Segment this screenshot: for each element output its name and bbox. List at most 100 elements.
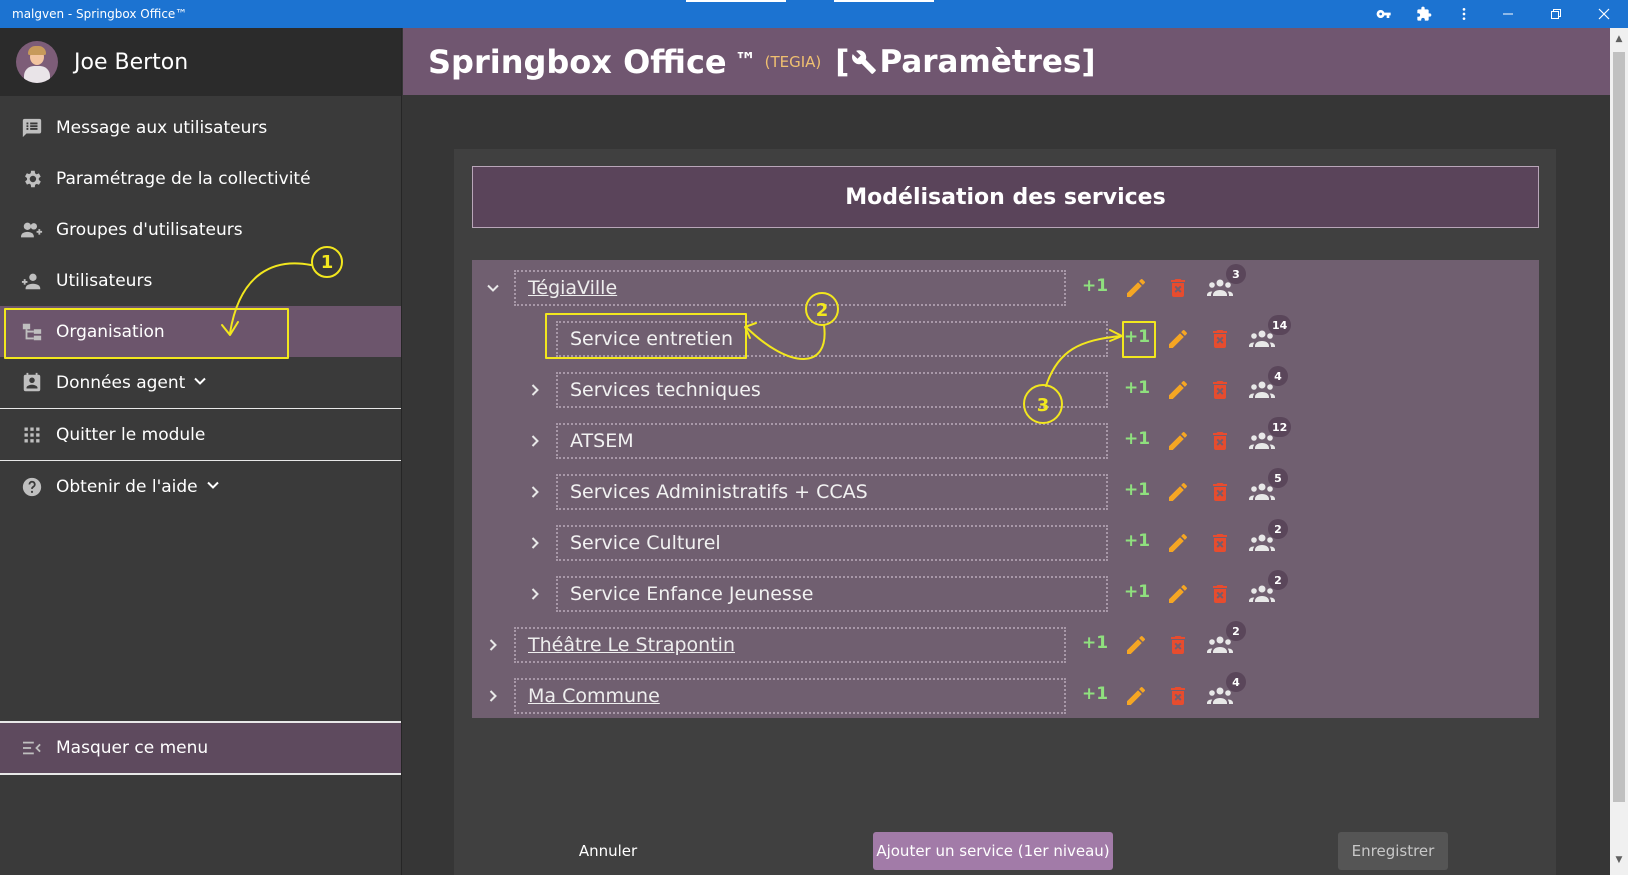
apps-grid-icon	[20, 423, 44, 447]
pencil-icon[interactable]	[1124, 276, 1148, 300]
member-count-badge: 5	[1268, 468, 1288, 488]
add-subservice-button[interactable]: +1	[1124, 582, 1150, 602]
member-count-badge: 2	[1268, 519, 1288, 539]
key-icon[interactable]	[1364, 0, 1404, 28]
sidebar-item-utilisateurs[interactable]: Utilisateurs	[0, 255, 401, 306]
vertical-scrollbar[interactable]: ▲ ▼	[1610, 28, 1628, 875]
trash-icon[interactable]	[1208, 378, 1232, 402]
help-icon	[20, 475, 44, 499]
add-subservice-button[interactable]: +1	[1082, 276, 1108, 296]
person-add-icon	[20, 269, 44, 293]
service-name-field[interactable]: TégiaVille	[514, 270, 1066, 306]
gear-icon	[20, 167, 44, 191]
sidebar-item-parametrage[interactable]: Paramétrage de la collectivité	[0, 153, 401, 204]
add-subservice-button[interactable]: +1	[1082, 684, 1108, 704]
pencil-icon[interactable]	[1166, 327, 1190, 351]
chevron-down-icon[interactable]	[484, 279, 502, 297]
save-button[interactable]: Enregistrer	[1338, 832, 1448, 870]
chevron-right-icon[interactable]	[484, 636, 502, 654]
trash-icon[interactable]	[1208, 327, 1232, 351]
sidebar-item-groupes[interactable]: Groupes d'utilisateurs	[0, 204, 401, 255]
trash-icon[interactable]	[1208, 429, 1232, 453]
minimize-icon[interactable]	[1484, 0, 1532, 28]
chevron-right-icon[interactable]	[526, 534, 544, 552]
page-title: [ Paramètres]	[835, 44, 1095, 80]
trash-icon[interactable]	[1166, 633, 1190, 657]
scrollbar-thumb[interactable]	[1613, 52, 1625, 802]
tab-indicators	[686, 0, 934, 2]
tree-row: Services techniques +1 4	[472, 366, 1539, 408]
add-subservice-button[interactable]: +1	[1124, 429, 1150, 449]
add-subservice-button[interactable]: +1	[1124, 327, 1150, 347]
puzzle-icon[interactable]	[1404, 0, 1444, 28]
service-name-field[interactable]: ATSEM	[556, 423, 1108, 459]
service-name-field[interactable]: Services Administratifs + CCAS	[556, 474, 1108, 510]
pencil-icon[interactable]	[1166, 531, 1190, 555]
trash-icon[interactable]	[1208, 480, 1232, 504]
add-service-button[interactable]: Ajouter un service (1er niveau)	[873, 832, 1113, 870]
window-title: malgven - Springbox Office™	[12, 7, 188, 21]
add-subservice-button[interactable]: +1	[1124, 531, 1150, 551]
group-add-icon	[20, 218, 44, 242]
trash-icon[interactable]	[1208, 531, 1232, 555]
service-name-field[interactable]: Théâtre Le Strapontin	[514, 627, 1066, 663]
user-bar[interactable]: Joe Berton	[0, 28, 401, 96]
pencil-icon[interactable]	[1166, 378, 1190, 402]
hide-menu-button[interactable]: Masquer ce menu	[0, 721, 401, 775]
add-subservice-button[interactable]: +1	[1082, 633, 1108, 653]
trademark: ™	[734, 49, 757, 74]
service-name-field[interactable]: Service Enfance Jeunesse	[556, 576, 1108, 612]
member-count-badge: 14	[1268, 315, 1292, 335]
service-name-field[interactable]: Services techniques	[556, 372, 1108, 408]
app-name: Springbox Office	[428, 42, 727, 81]
trash-icon[interactable]	[1166, 684, 1190, 708]
member-count-badge: 2	[1226, 621, 1246, 641]
message-list-icon	[20, 116, 44, 140]
service-tree: TégiaVille +1 3 Service entretien +1 14 Servic…	[472, 260, 1539, 718]
cancel-button[interactable]: Annuler	[566, 833, 650, 869]
more-vertical-icon[interactable]	[1444, 0, 1484, 28]
sidebar-item-label: Données agent	[56, 372, 186, 393]
pencil-icon[interactable]	[1124, 633, 1148, 657]
pencil-icon[interactable]	[1166, 582, 1190, 606]
scroll-down-arrow-icon[interactable]: ▼	[1610, 855, 1628, 869]
chevron-right-icon[interactable]	[526, 483, 544, 501]
tree-row: Théâtre Le Strapontin +1 2	[472, 621, 1539, 663]
sidebar-item-label: Paramétrage de la collectivité	[56, 168, 311, 189]
pencil-icon[interactable]	[1166, 429, 1190, 453]
sidebar-item-aide[interactable]: Obtenir de l'aide	[0, 461, 401, 512]
pencil-icon[interactable]	[1166, 480, 1190, 504]
sidebar-item-message[interactable]: Message aux utilisateurs	[0, 102, 401, 153]
service-name-field[interactable]: Service Culturel	[556, 525, 1108, 561]
sidebar-item-donnees-agent[interactable]: Données agent	[0, 357, 401, 408]
member-count-badge: 4	[1268, 366, 1288, 386]
member-count-badge: 2	[1268, 570, 1288, 590]
sidebar-item-label: Utilisateurs	[56, 270, 153, 291]
sidebar: Joe Berton Message aux utilisateurs Para…	[0, 28, 402, 875]
service-name-field[interactable]: Ma Commune	[514, 678, 1066, 714]
pencil-icon[interactable]	[1124, 684, 1148, 708]
chevron-right-icon[interactable]	[526, 381, 544, 399]
service-name-field[interactable]: Service entretien	[556, 321, 1108, 357]
chevron-down-icon	[193, 373, 207, 393]
scroll-up-arrow-icon[interactable]: ▲	[1610, 34, 1628, 48]
page-title-bracket: [	[835, 43, 850, 80]
trash-icon[interactable]	[1208, 582, 1232, 606]
chevron-right-icon[interactable]	[526, 585, 544, 603]
tree-row: ATSEM +1 12	[472, 417, 1539, 459]
trash-icon[interactable]	[1166, 276, 1190, 300]
add-subservice-button[interactable]: +1	[1124, 378, 1150, 398]
tree-row: Service Enfance Jeunesse +1 2	[472, 570, 1539, 612]
tree-row: Ma Commune +1 4	[472, 672, 1539, 714]
sidebar-item-quitter[interactable]: Quitter le module	[0, 409, 401, 460]
restore-icon[interactable]	[1532, 0, 1580, 28]
tenant-label: (TEGIA)	[764, 52, 822, 71]
sidebar-item-organisation[interactable]: Organisation	[0, 306, 401, 357]
add-subservice-button[interactable]: +1	[1124, 480, 1150, 500]
member-count-badge: 3	[1226, 264, 1246, 284]
org-tree-icon	[20, 320, 44, 344]
chevron-down-icon	[206, 477, 220, 497]
close-icon[interactable]	[1580, 0, 1628, 28]
chevron-right-icon[interactable]	[484, 687, 502, 705]
chevron-right-icon[interactable]	[526, 432, 544, 450]
